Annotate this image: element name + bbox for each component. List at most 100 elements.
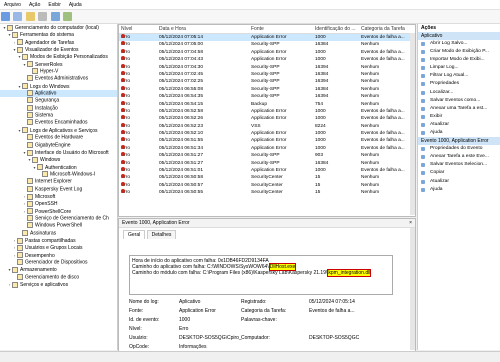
tree-item[interactable]: › Agendador de Tarefas — [0, 39, 117, 46]
tab-geral[interactable]: Geral — [123, 230, 146, 239]
column-header-source[interactable]: Fonte — [251, 26, 264, 32]
table-row[interactable]: Erro 05/12/2024 07:04:30 Security-SPP 16394… — [119, 63, 415, 71]
tree-item[interactable]: GigabyteEngine — [0, 141, 117, 149]
detail-scrollbar[interactable] — [410, 228, 415, 350]
tree-item[interactable]: › Pastas compartilhadas — [0, 237, 117, 244]
action-item[interactable]: Filtrar Log Atual... — [418, 72, 500, 80]
tree-item[interactable]: Gerenciamento de disco — [0, 273, 117, 281]
label-registered: Registrado: — [241, 299, 267, 305]
action-item[interactable]: Salvar Eventos como... — [418, 97, 500, 105]
list-scrollbar[interactable] — [410, 33, 415, 215]
action-item[interactable]: Atualizar — [418, 178, 500, 186]
table-row[interactable]: Erro 05/12/2024 06:51:01 Application Error… — [119, 167, 415, 174]
table-row[interactable]: Erro 05/12/2024 06:50:58 SecurityCenter 15 N… — [119, 174, 415, 181]
menu-item[interactable]: Exibir — [44, 0, 65, 8]
action-item[interactable]: Localizar... — [418, 89, 500, 97]
tree-item[interactable]: › Desempenho — [0, 252, 117, 259]
tree-item[interactable]: ▾ Interface do Usuário do Microsoft — [0, 149, 117, 156]
tree-item[interactable]: Serviço de Gerenciamento de Ch — [0, 214, 117, 222]
table-row[interactable]: Erro 05/12/2024 06:55:08 Security-SPP 16384… — [119, 85, 415, 93]
tree-item[interactable]: Kaspersky Event Log — [0, 185, 117, 193]
column-header-category[interactable]: Categoria da Tarefa — [361, 26, 405, 32]
action-item[interactable]: Salvar Eventos Selecion... — [418, 161, 500, 169]
close-icon[interactable]: × — [409, 219, 412, 227]
action-item[interactable]: Anexar uma Tarefa a est... — [418, 105, 500, 113]
tree-item[interactable]: Assinaturas — [0, 229, 117, 237]
table-row[interactable]: Erro 05/12/2024 07:02:25 Security-SPP 16394… — [119, 78, 415, 85]
table-row[interactable]: Erro 05/12/2024 07:04:43 Application Error… — [119, 56, 415, 63]
table-row[interactable]: Erro 05/12/2024 06:52:58 Application Error… — [119, 107, 415, 115]
tree-item[interactable]: Microsoft-Windows-I — [0, 170, 117, 178]
table-row[interactable]: Erro 05/12/2024 06:51:27 Security-SPP 16384… — [119, 159, 415, 167]
properties-icon[interactable] — [38, 12, 48, 21]
tree-item[interactable]: Segurança — [0, 97, 117, 104]
show-hide-tree-icon[interactable] — [62, 12, 72, 21]
table-row[interactable]: Erro 05/12/2024 06:50:55 SecurityCenter 15 N… — [119, 189, 415, 196]
tree-item[interactable]: › Serviços e aplicativos — [0, 281, 117, 288]
action-item[interactable]: Ajuda — [418, 129, 500, 137]
tree-item[interactable]: ▾ Ferramentas do sistema — [0, 31, 117, 38]
table-row[interactable]: Erro 05/12/2024 06:52:10 Application Error… — [119, 130, 415, 137]
actions-section-event[interactable]: Evento 1000, Application Error — [418, 137, 500, 146]
tree-item[interactable]: ▾ Windows — [0, 156, 117, 163]
table-row[interactable]: Erro 05/12/2024 07:02:45 Security-SPP 16384… — [119, 70, 415, 78]
table-row[interactable]: Erro 05/12/2024 06:51:34 Application Error… — [119, 144, 415, 152]
tree-item[interactable]: ▾ Authentication — [0, 164, 117, 171]
tree-item[interactable]: Eventos Encaminhados — [0, 119, 117, 126]
action-item[interactable]: Ajuda — [418, 186, 500, 194]
column-header-event-id[interactable]: Identificação do ... — [315, 26, 356, 32]
table-row[interactable]: Erro 05/12/2024 07:05:14 Application Error… — [119, 34, 415, 42]
tree-item[interactable]: › Usuários e Grupos Locais — [0, 244, 117, 251]
column-header-level[interactable]: Nível — [121, 26, 132, 32]
action-item[interactable]: Atualizar — [418, 121, 500, 129]
tree-item[interactable]: Hyper-V — [0, 68, 117, 75]
forward-icon[interactable] — [13, 12, 23, 21]
cell-category: Nenhum — [361, 86, 380, 92]
tree-item[interactable]: ▾ Armazenamento — [0, 266, 117, 273]
action-item[interactable]: Exibir — [418, 113, 500, 121]
tree-item[interactable]: ▾ Modos de Exibição Personalizados — [0, 53, 117, 60]
tree-item[interactable]: › Microsoft — [0, 193, 117, 200]
help-icon[interactable] — [50, 12, 60, 21]
action-item[interactable]: Importar Modo de Exibi... — [418, 56, 500, 64]
table-row[interactable]: Erro 05/12/2024 06:52:26 Application Error… — [119, 115, 415, 122]
table-row[interactable]: Erro 05/12/2024 06:51:27 Security-SPP 903 Ne… — [119, 152, 415, 159]
action-item[interactable]: Copiar — [418, 169, 500, 177]
tree-item[interactable]: Instalação — [0, 104, 117, 112]
action-item[interactable]: Criar Modo de Exibição P... — [418, 48, 500, 56]
table-row[interactable]: Erro 05/12/2024 06:51:55 Application Error… — [119, 137, 415, 144]
tree-item[interactable]: ▾ Gerenciamento do computador (local) — [0, 24, 117, 31]
tab-detalhes[interactable]: Detalhes — [146, 230, 177, 239]
table-row[interactable]: Erro 05/12/2024 06:54:15 Backup 754 Nenhum — [119, 100, 415, 108]
tree-item[interactable]: Gerenciador de Dispositivos — [0, 259, 117, 266]
action-item[interactable]: Propriedades — [418, 80, 500, 88]
tree-item[interactable]: Eventos Administrativos — [0, 75, 117, 82]
tree-item[interactable]: › PowerShellCore — [0, 208, 117, 215]
tree-item[interactable]: Windows PowerShell — [0, 222, 117, 229]
menu-item[interactable]: Arquivo — [0, 0, 25, 8]
tree-item[interactable]: ▾ Logs de Aplicativos e Serviços — [0, 127, 117, 134]
action-item[interactable]: Propriedades do Evento — [418, 145, 500, 153]
action-item[interactable]: Anexar Tarefa a este Eve... — [418, 153, 500, 161]
table-row[interactable]: Erro 05/12/2024 06:54:35 Security-SPP 16394… — [119, 93, 415, 100]
menu-item[interactable]: Ação — [25, 0, 44, 8]
up-folder-icon[interactable] — [25, 12, 35, 21]
back-icon[interactable] — [1, 12, 10, 21]
actions-section-aplicativo[interactable]: Aplicativo — [418, 32, 500, 40]
tree-item[interactable]: ▾ Visualizador de Eventos — [0, 46, 117, 53]
table-row[interactable]: Erro 05/12/2024 07:05:00 Security-SPP 16384… — [119, 41, 415, 48]
table-row[interactable]: Erro 05/12/2024 06:52:23 VSS 8224 Nenhum — [119, 122, 415, 130]
column-header-date[interactable]: Data e Hora — [159, 26, 186, 32]
action-item[interactable]: Limpar Log... — [418, 64, 500, 72]
action-item[interactable]: Abrir Log Salvo... — [418, 40, 500, 48]
tree-item[interactable]: Eventos de Hardware — [0, 134, 117, 141]
tree-item[interactable]: Aplicativo — [0, 90, 117, 98]
tree-item[interactable]: Internet Explorer — [0, 178, 117, 185]
table-row[interactable]: Erro 05/12/2024 06:50:57 SecurityCenter 15 N… — [119, 181, 415, 189]
tree-item[interactable]: ▾ ServerRoles — [0, 61, 117, 68]
tree-item[interactable]: › OpenSSH — [0, 200, 117, 207]
tree-item[interactable]: Sistema — [0, 112, 117, 119]
tree-item[interactable]: ▾ Logs do Windows — [0, 83, 117, 90]
table-row[interactable]: Erro 05/12/2024 07:04:58 Application Error… — [119, 48, 415, 56]
menu-item[interactable]: Ajuda — [65, 0, 86, 8]
